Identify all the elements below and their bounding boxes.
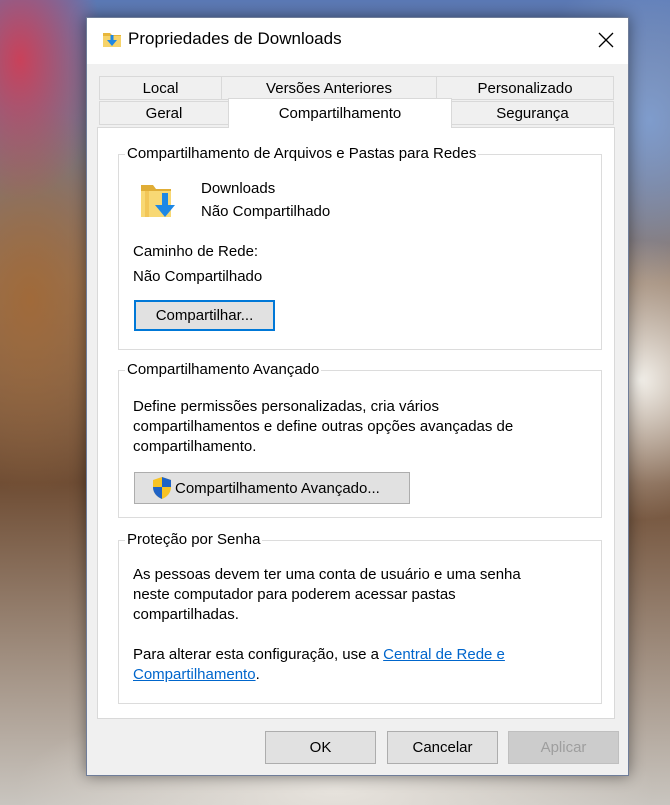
button-label: Cancelar (412, 739, 473, 756)
change-settings-prefix: Para alterar esta configuração, use a (133, 646, 379, 663)
properties-dialog: Propriedades de Downloads Local Versões … (86, 17, 629, 776)
advanced-description-line3: compartilhamento. (133, 438, 257, 455)
group-title: Compartilhamento Avançado (125, 361, 322, 378)
button-label: OK (309, 739, 332, 756)
close-icon (598, 32, 614, 48)
uac-shield-icon (153, 477, 171, 499)
network-path-value: Não Compartilhado (133, 268, 263, 285)
tab-versoes-anteriores[interactable]: Versões Anteriores (221, 76, 437, 100)
network-center-link-line2[interactable]: Compartilhamento (133, 666, 256, 683)
share-button[interactable]: Compartilhar... (134, 300, 275, 331)
network-path-label: Caminho de Rede: (133, 243, 259, 260)
window-title: Propriedades de Downloads (128, 29, 342, 48)
tab-label: Versões Anteriores (266, 79, 392, 97)
password-description-line3: compartilhadas. (133, 606, 239, 623)
button-label: Compartilhamento Avançado... (175, 479, 380, 497)
period: . (255, 666, 260, 683)
title-bar: Propriedades de Downloads (87, 18, 628, 64)
advanced-sharing-button[interactable]: Compartilhamento Avançado... (134, 472, 410, 504)
tab-label: Segurança (496, 104, 569, 122)
network-center-link[interactable]: Central de Rede e (383, 646, 505, 663)
tab-seguranca[interactable]: Segurança (451, 101, 614, 125)
tab-compartilhamento[interactable]: Compartilhamento (228, 98, 452, 128)
network-sharing-group: Compartilhamento de Arquivos e Pastas pa… (118, 145, 602, 350)
advanced-description-line2: compartilhamentos e define outras opções… (133, 418, 514, 435)
button-label: Compartilhar... (155, 307, 254, 324)
tab-label: Geral (145, 104, 183, 122)
advanced-sharing-group: Compartilhamento Avançado Define permiss… (118, 361, 602, 518)
apply-button[interactable]: Aplicar (508, 731, 619, 764)
change-settings-text-line2: Compartilhamento. (133, 665, 260, 685)
group-title: Proteção por Senha (125, 531, 263, 548)
shared-folder-icon (139, 179, 179, 227)
button-label: Aplicar (540, 739, 587, 756)
change-settings-text: Para alterar esta configuração, use a Ce… (133, 645, 505, 665)
tab-local[interactable]: Local (99, 76, 222, 100)
tab-geral[interactable]: Geral (99, 101, 229, 125)
folder-name: Downloads (201, 180, 276, 197)
tab-label: Local (142, 79, 179, 97)
downloads-folder-icon (101, 28, 123, 50)
tab-personalizado[interactable]: Personalizado (436, 76, 614, 100)
password-protection-group: Proteção por Senha As pessoas devem ter … (118, 531, 602, 704)
cancel-button[interactable]: Cancelar (387, 731, 498, 764)
tab-content: Compartilhamento de Arquivos e Pastas pa… (97, 127, 615, 719)
group-title: Compartilhamento de Arquivos e Pastas pa… (125, 145, 479, 162)
folder-status: Não Compartilhado (201, 203, 331, 220)
tab-label: Personalizado (477, 79, 573, 97)
close-button[interactable] (584, 18, 628, 62)
password-description-line1: As pessoas devem ter uma conta de usuári… (133, 566, 521, 583)
tab-label: Compartilhamento (278, 105, 402, 122)
password-description-line2: neste computador para poderem acessar pa… (133, 586, 456, 603)
ok-button[interactable]: OK (265, 731, 376, 764)
advanced-description-line1: Define permissões personalizadas, cria v… (133, 398, 439, 415)
